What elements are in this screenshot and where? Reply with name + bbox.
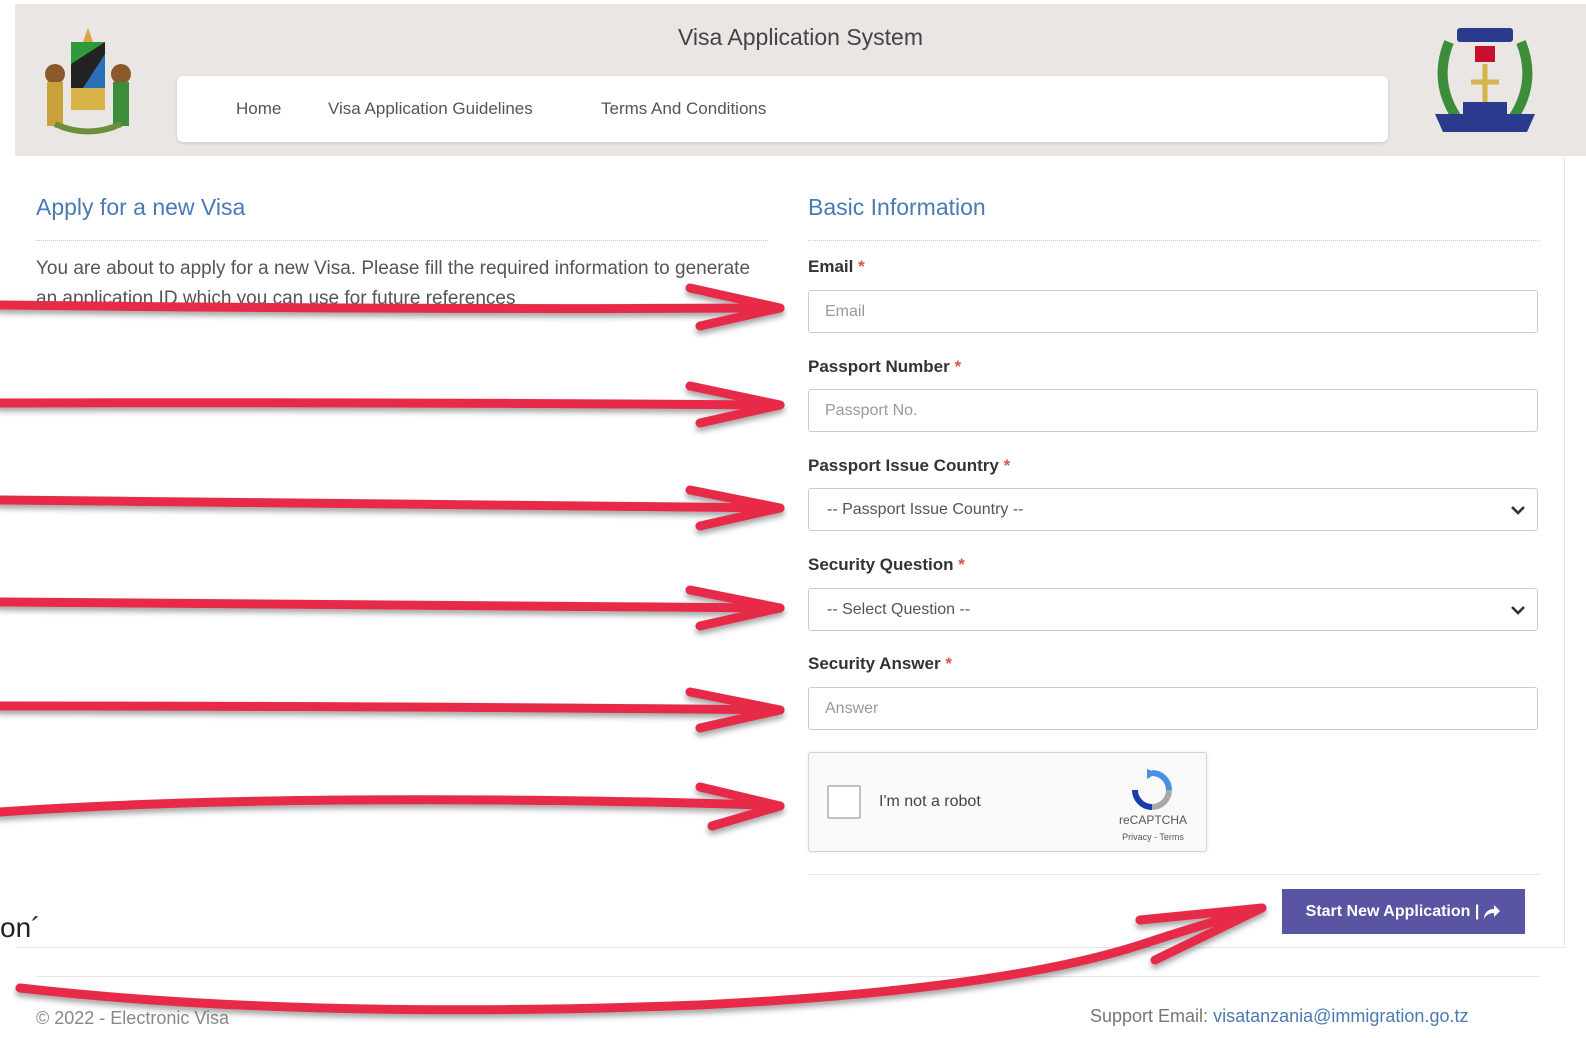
required-mark: * — [1003, 456, 1011, 475]
email-label: Email * — [808, 257, 865, 276]
main-navbar: Home Visa Application Guidelines Terms A… — [177, 76, 1388, 142]
passport-number-input[interactable] — [808, 389, 1538, 432]
footer-copyright: © 2022 - Electronic Visa — [36, 1008, 230, 1028]
intro-text: You are about to apply for a new Visa. P… — [36, 258, 751, 309]
security-answer-label: Security Answer * — [808, 654, 952, 673]
recaptcha-widget: I'm not a robot reCAPTCHA Privacy - Term… — [808, 752, 1207, 852]
chevron-down-icon — [1511, 606, 1525, 615]
system-title: Visa Application System — [677, 24, 924, 50]
left-divider — [36, 240, 768, 241]
recaptcha-brand: reCAPTCHA — [1118, 813, 1187, 827]
required-mark: * — [945, 654, 952, 673]
recaptcha-label: I'm not a robot — [879, 793, 981, 810]
form-divider — [808, 874, 1540, 875]
passport-issue-country-select[interactable]: -- Passport Issue Country -- — [808, 488, 1538, 531]
security-question-select[interactable]: -- Select Question -- — [808, 588, 1538, 631]
annotation-text-fragment: on´ — [0, 912, 41, 943]
nav-home[interactable]: Home — [236, 99, 281, 119]
right-divider — [808, 240, 1540, 241]
recaptcha-checkbox[interactable] — [827, 785, 861, 819]
footer-divider — [36, 976, 1540, 977]
security-question-value: -- Select Question -- — [827, 600, 971, 618]
passport-number-label: Passport Number * — [808, 357, 962, 376]
passport-issue-country-value: -- Passport Issue Country -- — [827, 500, 1024, 518]
share-arrow-icon — [1484, 904, 1501, 919]
footer-support: Support Email: visatanzania@immigration.… — [1090, 1006, 1468, 1027]
required-mark: * — [858, 257, 865, 276]
start-new-application-button[interactable]: Start New Application | — [1282, 889, 1525, 934]
recaptcha-links[interactable]: Privacy - Terms — [1105, 832, 1201, 842]
nav-terms-and-conditions[interactable]: Terms And Conditions — [601, 99, 766, 119]
security-answer-input[interactable] — [808, 687, 1538, 730]
support-email-label: Support Email: — [1090, 1006, 1209, 1026]
required-mark: * — [954, 357, 962, 376]
chevron-down-icon — [1511, 506, 1525, 515]
start-new-application-label: Start New Application | — [1305, 902, 1480, 920]
site-header: Visa Application System Home Visa Applic… — [15, 4, 1586, 156]
email-input[interactable] — [808, 290, 1538, 333]
security-question-label: Security Question * — [808, 555, 965, 574]
nav-visa-application-guidelines[interactable]: Visa Application Guidelines — [328, 99, 533, 119]
required-mark: * — [958, 555, 965, 574]
passport-issue-country-label: Passport Issue Country * — [808, 456, 1011, 475]
recaptcha-icon — [1132, 769, 1172, 810]
apply-section-title: Apply for a new Visa — [36, 194, 246, 220]
immigration-emblem-logo — [1435, 28, 1535, 132]
basic-information-title: Basic Information — [808, 194, 986, 220]
support-email-link[interactable]: visatanzania@immigration.go.tz — [1213, 1006, 1468, 1026]
